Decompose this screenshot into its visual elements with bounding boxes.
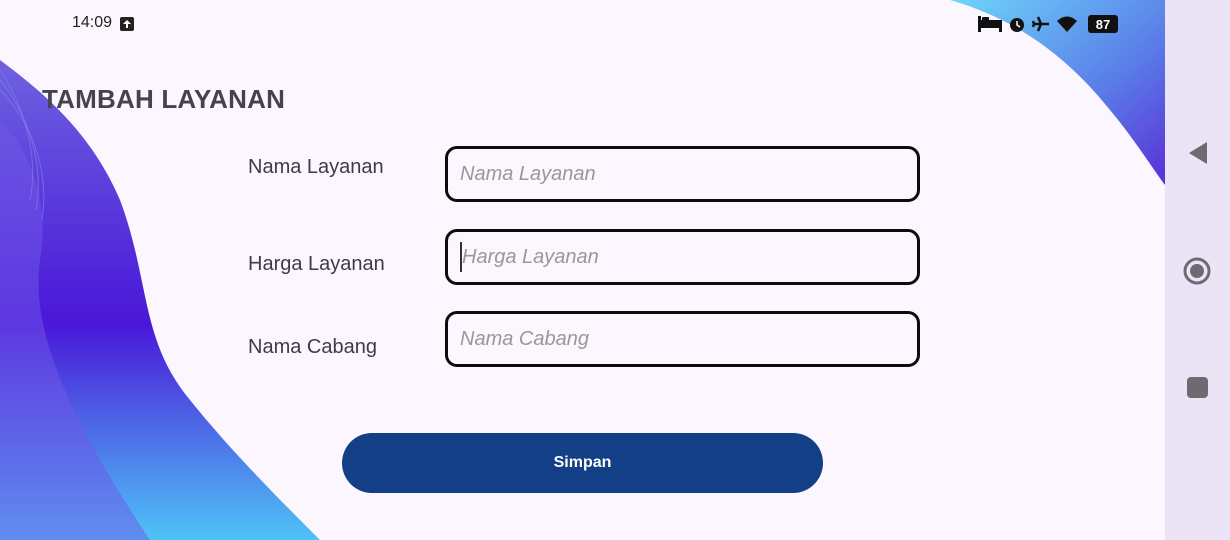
bed-icon (978, 16, 1002, 32)
nama-layanan-input[interactable]: Nama Layanan (445, 146, 920, 202)
page-title: TAMBAH LAYANAN (42, 84, 286, 114)
simpan-button-label: Simpan (553, 454, 612, 471)
status-icons: 87 (978, 12, 1118, 36)
simpan-button[interactable]: Simpan (342, 433, 823, 493)
harga-layanan-input[interactable]: Harga Layanan (445, 229, 920, 285)
airplane-icon (1032, 16, 1049, 32)
nama-layanan-placeholder: Nama Layanan (460, 162, 596, 185)
wifi-icon (1057, 16, 1077, 32)
harga-layanan-placeholder: Harga Layanan (462, 245, 599, 268)
nama-cabang-label: Nama Cabang (248, 336, 377, 358)
recents-icon[interactable] (1187, 377, 1208, 398)
app-screen: 14:09 87 TAMBAH LAYANAN Nama Layanan Nam… (0, 0, 1165, 540)
battery-icon: 87 (1088, 15, 1118, 33)
upload-icon (120, 17, 134, 31)
status-time: 14:09 (72, 14, 113, 31)
alarm-icon (1010, 18, 1024, 32)
nama-cabang-placeholder: Nama Cabang (460, 327, 589, 350)
home-icon[interactable] (1182, 256, 1212, 286)
nama-layanan-label: Nama Layanan (248, 156, 384, 178)
harga-layanan-label: Harga Layanan (248, 253, 385, 275)
nama-cabang-input[interactable]: Nama Cabang (445, 311, 920, 367)
back-icon[interactable] (1187, 141, 1209, 165)
